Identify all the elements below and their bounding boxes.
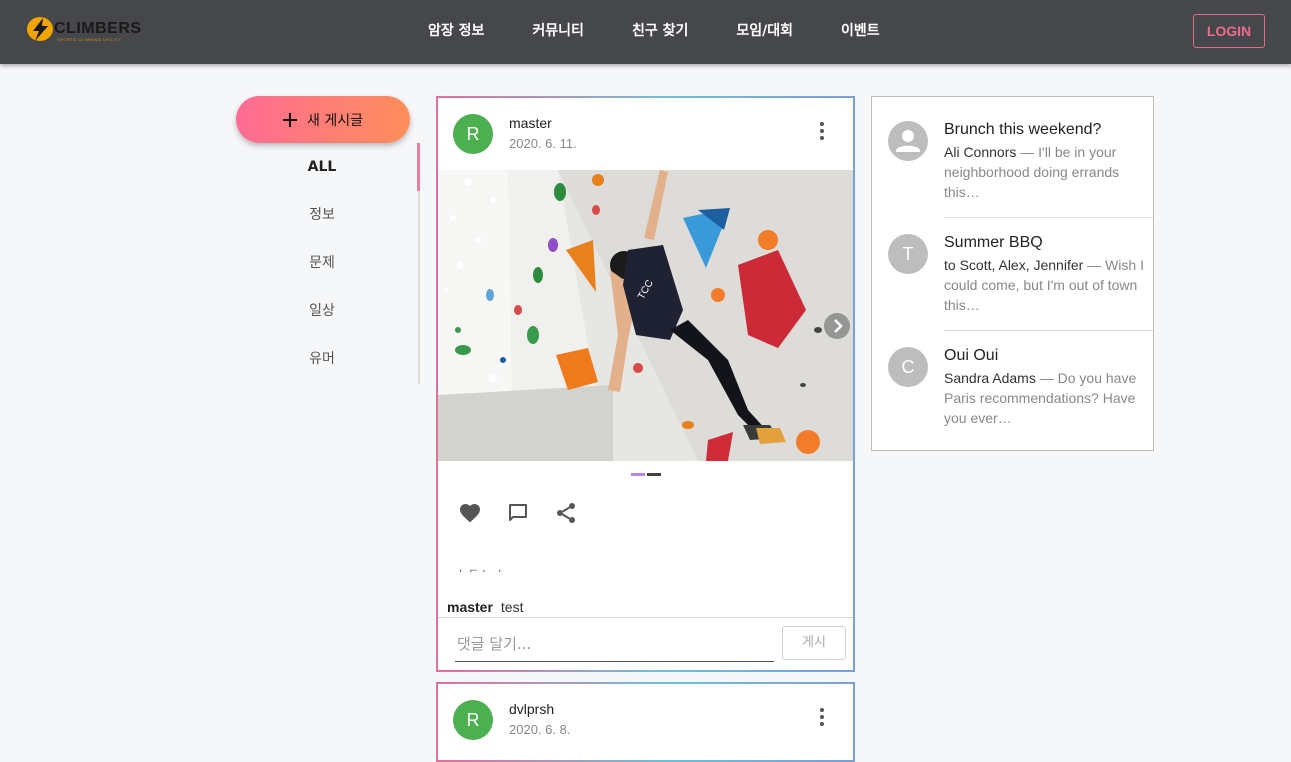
post-date: 2020. 6. 8. (509, 722, 571, 737)
category-daily[interactable]: 일상 (226, 287, 418, 335)
new-post-button[interactable]: 새 게시글 (236, 96, 410, 143)
category-list: ALL 정보 문제 일상 유머 (226, 143, 418, 383)
nav-events[interactable]: 이벤트 (817, 0, 904, 64)
chevron-right-icon (834, 319, 843, 333)
post-card: R dvlprsh 2020. 6. 8. (436, 682, 855, 762)
caption-username[interactable]: master (447, 599, 493, 615)
avatar: C (888, 347, 928, 387)
post-caption: master test (447, 599, 524, 615)
top-app-bar: CLIMBERS SPORTS CLIMBING UTILITY 암장 정보 커… (0, 0, 1291, 64)
message-sender: Ali Connors (944, 144, 1017, 160)
avatar: T (888, 234, 928, 274)
message-title: Oui Oui (944, 347, 999, 364)
more-options-icon[interactable] (815, 122, 829, 142)
carousel-dot[interactable] (647, 473, 661, 476)
comment-input[interactable] (455, 627, 774, 662)
climber-photo-illustration: TCC (438, 170, 853, 461)
category-info[interactable]: 정보 (226, 191, 418, 239)
main-nav: 암장 정보 커뮤니티 친구 찾기 모임/대회 이벤트 (404, 0, 904, 64)
post-username[interactable]: dvlprsh (509, 701, 554, 717)
nav-gym-info[interactable]: 암장 정보 (404, 0, 508, 64)
category-humor[interactable]: 유머 (226, 335, 418, 383)
category-problem[interactable]: 문제 (226, 239, 418, 287)
logo-text: CLIMBERS (54, 20, 142, 37)
plus-icon (283, 112, 297, 127)
heart-icon[interactable] (458, 501, 482, 525)
nav-meetups[interactable]: 모임/대회 (712, 0, 817, 64)
post-actions (458, 501, 578, 525)
caption-text: test (500, 599, 524, 615)
message-title: Brunch this weekend? (944, 121, 1102, 138)
message-preview: Ali Connors — I'll be in your neighborho… (944, 144, 1120, 200)
message-sender: Sandra Adams (944, 370, 1036, 386)
person-icon (888, 121, 928, 161)
category-all[interactable]: ALL (226, 143, 418, 191)
carousel-indicators (631, 473, 661, 477)
climbers-logo[interactable]: CLIMBERS SPORTS CLIMBING UTILITY (26, 15, 142, 43)
carousel-next-button[interactable] (824, 313, 850, 339)
post-photo[interactable]: TCC (438, 170, 853, 461)
logo-subtext: SPORTS CLIMBING UTILITY (57, 37, 122, 42)
message-item[interactable]: Brunch this weekend? Ali Connors — I'll … (872, 97, 1153, 210)
login-button[interactable]: LOGIN (1193, 14, 1265, 48)
post-username[interactable]: master (509, 115, 552, 131)
message-item[interactable]: C Oui Oui Sandra Adams — Do you have Par… (872, 323, 1153, 436)
message-preview: Sandra Adams — Do you have Paris recomme… (944, 370, 1137, 426)
message-title: Summer BBQ (944, 234, 1043, 251)
carousel-dot[interactable] (631, 473, 645, 476)
post-card: R master 2020. 6. 11. TCC master test 댓글… (436, 96, 855, 672)
post-body-text: ㅅㄷㄴㅅ (455, 564, 507, 572)
new-post-label: 새 게시글 (307, 112, 363, 129)
avatar[interactable]: R (453, 700, 493, 740)
nav-find-friends[interactable]: 친구 찾기 (608, 0, 712, 64)
nav-community[interactable]: 커뮤니티 (508, 0, 608, 64)
comment-icon[interactable] (506, 501, 530, 525)
lightning-logo-icon (26, 16, 56, 42)
comment-submit-button[interactable]: 게시 (782, 626, 846, 660)
more-options-icon[interactable] (815, 708, 829, 728)
message-sender: to Scott, Alex, Jennifer (944, 257, 1084, 273)
avatar[interactable]: R (453, 114, 493, 154)
share-icon[interactable] (554, 501, 578, 525)
message-preview: to Scott, Alex, Jennifer — Wish I could … (944, 257, 1144, 313)
divider (438, 617, 853, 618)
post-date: 2020. 6. 11. (509, 136, 577, 151)
message-item[interactable]: T Summer BBQ to Scott, Alex, Jennifer — … (872, 210, 1153, 323)
messages-panel: Brunch this weekend? Ali Connors — I'll … (871, 96, 1154, 451)
